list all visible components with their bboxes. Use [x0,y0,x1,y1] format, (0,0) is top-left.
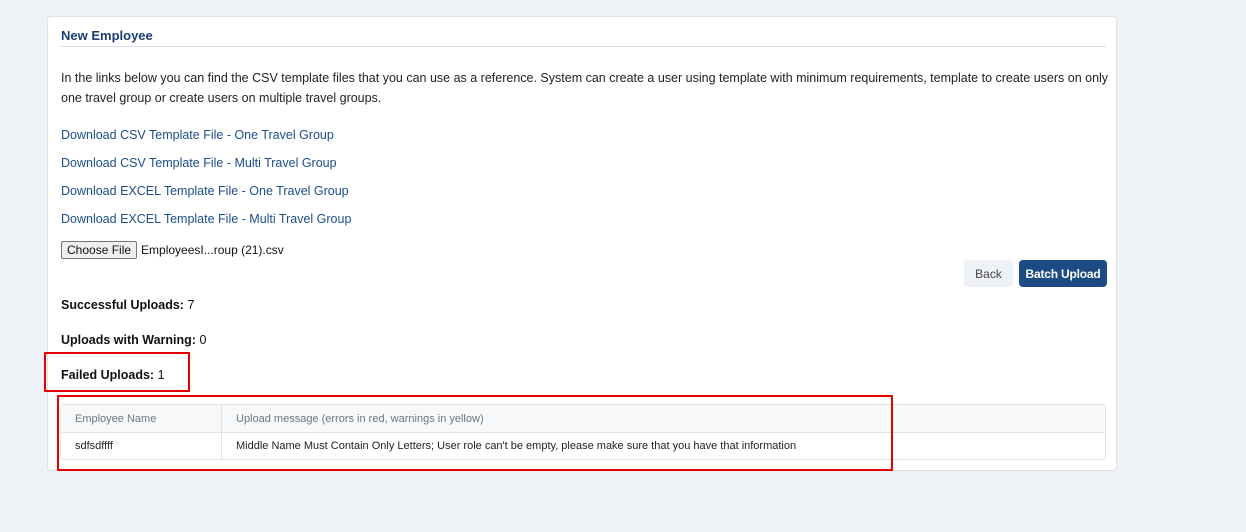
failed-uploads-label: Failed Uploads: [61,368,155,382]
warning-uploads-label: Uploads with Warning: [61,333,196,347]
back-button[interactable]: Back [964,260,1013,287]
warning-uploads-stat: Uploads with Warning: 0 [61,333,206,347]
page-title: New Employee [61,28,153,43]
download-csv-multi-group-link[interactable]: Download CSV Template File - Multi Trave… [61,156,337,170]
employee-name-cell: sdfsdffff [61,433,222,459]
table-header-row: Employee Name Upload message (errors in … [61,405,1105,433]
failed-uploads-stat: Failed Uploads: 1 [61,368,165,382]
download-csv-one-group-link[interactable]: Download CSV Template File - One Travel … [61,128,334,142]
warning-uploads-value: 0 [199,333,207,347]
description-text: In the links below you can find the CSV … [61,71,1109,105]
download-excel-one-group-link[interactable]: Download EXCEL Template File - One Trave… [61,184,349,198]
upload-message-cell: Middle Name Must Contain Only Letters; U… [236,440,797,452]
failed-uploads-value: 1 [157,368,165,382]
file-input: Choose File EmployeesI...roup (21).csv [61,241,284,259]
upload-message-header: Upload message (errors in red, warnings … [222,405,1105,433]
upload-results-table: Employee Name Upload message (errors in … [60,404,1106,460]
successful-uploads-label: Successful Uploads: [61,298,184,312]
table-row: sdfsdffff Middle Name Must Contain Only … [61,433,1105,459]
title-divider [60,46,1106,47]
download-excel-multi-group-link[interactable]: Download EXCEL Template File - Multi Tra… [61,212,351,226]
new-employee-card: New Employee In the links below you can … [47,16,1117,471]
choose-file-button[interactable]: Choose File [61,241,138,259]
selected-file-name: EmployeesI...roup (21).csv [141,243,284,257]
batch-upload-button[interactable]: Batch Upload [1019,260,1107,287]
successful-uploads-value: 7 [187,298,195,312]
successful-uploads-stat: Successful Uploads: 7 [61,298,194,312]
employee-name-header: Employee Name [61,405,222,433]
